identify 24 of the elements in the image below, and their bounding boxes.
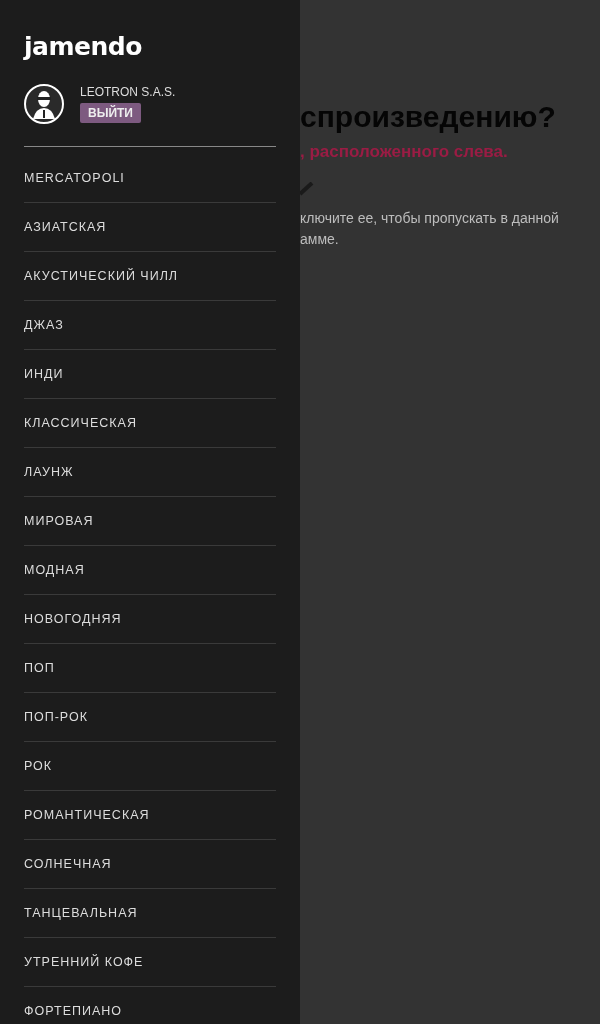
menu-item[interactable]: ПОП: [24, 644, 276, 693]
menu-item[interactable]: ЛАУНЖ: [24, 448, 276, 497]
menu-item[interactable]: АЗИАТСКАЯ: [24, 203, 276, 252]
menu-item[interactable]: ПОП-РОК: [24, 693, 276, 742]
menu-item[interactable]: КЛАССИЧЕСКАЯ: [24, 399, 276, 448]
menu-item[interactable]: ДЖАЗ: [24, 301, 276, 350]
user-name: LEOTRON S.A.S.: [80, 85, 176, 99]
menu-item[interactable]: ФОРТЕПИАНО: [24, 987, 276, 1024]
menu-item[interactable]: РОМАНТИЧЕСКАЯ: [24, 791, 276, 840]
avatar-icon: [24, 84, 64, 124]
menu-item[interactable]: ИНДИ: [24, 350, 276, 399]
logo[interactable]: jamendo: [24, 32, 142, 62]
menu-item[interactable]: ТАНЦЕВАЛЬНАЯ: [24, 889, 276, 938]
menu-item[interactable]: МОДНАЯ: [24, 546, 276, 595]
menu-item[interactable]: АКУСТИЧЕСКИЙ ЧИЛЛ: [24, 252, 276, 301]
menu-item[interactable]: МИРОВАЯ: [24, 497, 276, 546]
menu-item[interactable]: НОВОГОДНЯЯ: [24, 595, 276, 644]
menu-item[interactable]: УТРЕННИЙ КОФЕ: [24, 938, 276, 987]
menu-item[interactable]: СОЛНЕЧНАЯ: [24, 840, 276, 889]
menu-item[interactable]: РОК: [24, 742, 276, 791]
description-text: ключите ее, чтобы пропускать в данной амме.: [300, 209, 560, 249]
logout-button[interactable]: ВЫЙТИ: [80, 103, 141, 123]
menu-item[interactable]: MERCATOPOLI: [24, 154, 276, 203]
hint-text: , расположенного слева.: [300, 142, 509, 162]
